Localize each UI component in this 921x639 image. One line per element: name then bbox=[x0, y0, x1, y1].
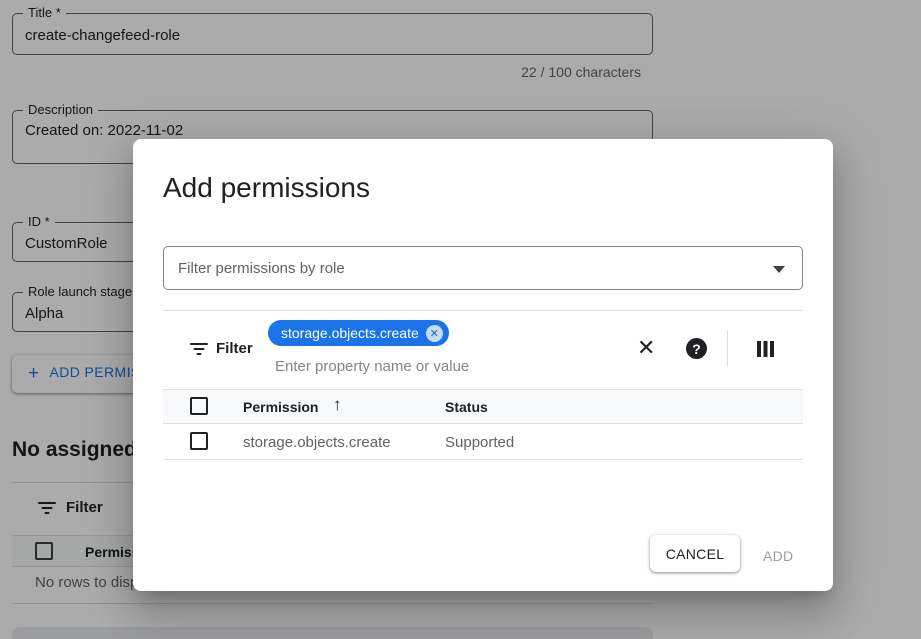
cancel-button[interactable]: CANCEL bbox=[650, 535, 740, 572]
select-all-checkbox[interactable] bbox=[190, 397, 208, 415]
permission-column-header[interactable]: Permission bbox=[243, 399, 318, 415]
dialog-filter-button[interactable]: Filter bbox=[190, 340, 253, 357]
dialog-title: Add permissions bbox=[163, 172, 370, 204]
filter-chip-label: storage.objects.create bbox=[281, 325, 419, 341]
chevron-down-icon bbox=[773, 266, 785, 273]
status-column-header[interactable]: Status bbox=[445, 399, 488, 415]
clear-filters-icon[interactable]: ✕ bbox=[637, 337, 655, 359]
role-dropdown-placeholder: Filter permissions by role bbox=[178, 260, 345, 277]
permission-table-row[interactable]: storage.objects.create Supported bbox=[163, 424, 803, 460]
status-cell: Supported bbox=[445, 434, 514, 451]
sort-ascending-icon[interactable]: ↑ bbox=[333, 395, 342, 415]
permission-cell: storage.objects.create bbox=[243, 434, 391, 451]
filter-permissions-by-role-dropdown[interactable]: Filter permissions by role bbox=[163, 246, 803, 290]
add-permissions-dialog: Add permissions Filter permissions by ro… bbox=[133, 139, 833, 591]
add-button[interactable]: ADD bbox=[755, 544, 801, 568]
toolbar-vertical-divider bbox=[727, 331, 728, 367]
filter-list-icon bbox=[190, 343, 208, 355]
dialog-filter-input[interactable]: Enter property name or value bbox=[275, 358, 469, 375]
dialog-filter-label: Filter bbox=[216, 340, 253, 357]
help-icon[interactable]: ? bbox=[686, 338, 707, 359]
toolbar-divider bbox=[163, 310, 803, 311]
permissions-table-header: Permission ↑ Status bbox=[163, 389, 803, 424]
column-display-options-icon[interactable] bbox=[757, 341, 774, 357]
chip-remove-icon[interactable]: ✕ bbox=[426, 325, 443, 342]
filter-chip[interactable]: storage.objects.create ✕ bbox=[268, 320, 449, 346]
row-checkbox[interactable] bbox=[190, 432, 208, 450]
screen: Title * create-changefeed-role 22 / 100 … bbox=[0, 0, 921, 639]
